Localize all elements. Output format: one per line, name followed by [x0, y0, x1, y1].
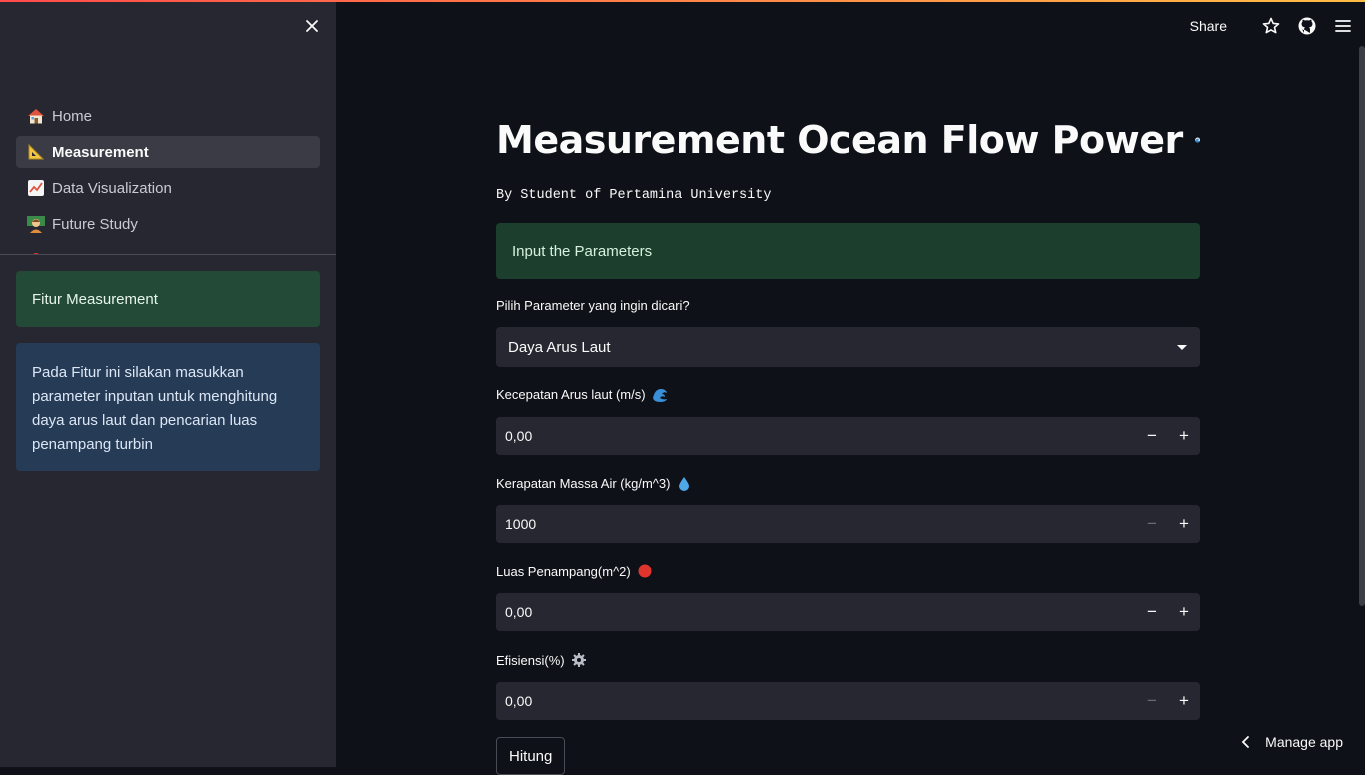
github-icon[interactable] — [1297, 16, 1317, 36]
parameter-select[interactable]: Daya Arus Laut — [496, 327, 1200, 367]
input-label-text: Luas Penampang(m^2) — [496, 563, 631, 579]
feature-title: Fitur Measurement — [32, 290, 158, 308]
sidebar-divider — [0, 254, 336, 255]
teacher-icon — [26, 214, 46, 234]
header-actions: Share — [1190, 14, 1353, 38]
share-button[interactable]: Share — [1190, 18, 1227, 34]
input-parameters-text: Input the Parameters — [512, 242, 653, 260]
select-label: Pilih Parameter yang ingin dicari? — [496, 298, 690, 313]
triangular-ruler-icon — [26, 142, 46, 162]
kerapatan-input-group: − + — [496, 505, 1200, 543]
input-label-kerapatan: Kerapatan Massa Air (kg/m^3) — [496, 475, 692, 491]
luas-input-group: − + — [496, 593, 1200, 631]
sidebar-nav: Home Measurement Data Visualization Futu… — [16, 100, 320, 254]
sidebar-item-future-study[interactable]: Future Study — [16, 208, 320, 240]
droplet-icon — [676, 475, 692, 491]
select-label-text: Pilih Parameter yang ingin dicari? — [496, 298, 690, 313]
close-icon[interactable] — [302, 16, 322, 36]
manage-app-label: Manage app — [1265, 734, 1343, 750]
sidebar-item-label: Home — [52, 107, 93, 125]
sidebar-item-home[interactable]: Home — [16, 100, 320, 132]
chevron-down-icon — [1177, 345, 1187, 350]
decrement-button[interactable]: − — [1136, 417, 1168, 455]
gear-icon — [571, 652, 587, 668]
increment-button[interactable]: + — [1168, 682, 1200, 720]
red-circle-icon — [637, 563, 653, 579]
parameter-select-value: Daya Arus Laut — [508, 338, 611, 356]
sidebar-item-label: Measurement — [52, 143, 149, 161]
top-decoration-bar — [0, 0, 1365, 2]
input-label-luas: Luas Penampang(m^2) — [496, 563, 653, 579]
sidebar: Home Measurement Data Visualization Futu… — [0, 0, 336, 767]
input-label-efisiensi: Efisiensi(%) — [496, 652, 587, 668]
increment-button[interactable]: + — [1168, 417, 1200, 455]
water-wave-icon — [1194, 137, 1200, 143]
house-icon — [26, 106, 46, 126]
luas-input[interactable] — [496, 593, 1136, 631]
efisiensi-input-group: − + — [496, 682, 1200, 720]
increment-button[interactable]: + — [1168, 593, 1200, 631]
manage-app-button[interactable]: Manage app — [1239, 734, 1343, 750]
chevron-left-icon — [1241, 736, 1250, 748]
feature-description: Pada Fitur ini silakan masukkan paramete… — [32, 364, 278, 453]
kerapatan-input[interactable] — [496, 505, 1136, 543]
hitung-button[interactable]: Hitung — [496, 737, 566, 775]
main-scrollbar[interactable] — [1359, 46, 1365, 606]
input-label-kecepatan: Kecepatan Arus laut (m/s) — [496, 386, 668, 402]
increment-button[interactable]: + — [1168, 505, 1200, 543]
page-title: Measurement Ocean Flow Power — [496, 118, 1200, 162]
chart-increasing-icon — [26, 178, 46, 198]
kecepatan-input[interactable] — [496, 417, 1136, 455]
sidebar-item-label: Data Visualization — [52, 179, 172, 197]
page-title-text: Measurement Ocean Flow Power — [496, 118, 1183, 162]
input-label-text: Efisiensi(%) — [496, 652, 565, 668]
input-label-text: Kecepatan Arus laut (m/s) — [496, 386, 646, 402]
decrement-button[interactable]: − — [1136, 682, 1168, 720]
page-subtitle: By Student of Pertamina University — [496, 188, 772, 203]
sidebar-item-data-visualization[interactable]: Data Visualization — [16, 172, 320, 204]
feature-title-alert: Fitur Measurement — [16, 271, 320, 327]
water-wave-icon — [652, 386, 668, 402]
decrement-button[interactable]: − — [1136, 593, 1168, 631]
kecepatan-input-group: − + — [496, 417, 1200, 455]
star-icon[interactable] — [1261, 16, 1281, 36]
menu-icon[interactable] — [1333, 16, 1353, 36]
input-parameters-alert: Input the Parameters — [496, 223, 1200, 279]
efisiensi-input[interactable] — [496, 682, 1136, 720]
sidebar-item-measurement[interactable]: Measurement — [16, 136, 320, 168]
sidebar-item-hidden[interactable] — [16, 244, 320, 254]
input-label-text: Kerapatan Massa Air (kg/m^3) — [496, 475, 671, 491]
decrement-button[interactable]: − — [1136, 505, 1168, 543]
sidebar-item-label: Future Study — [52, 215, 138, 233]
feature-description-alert: Pada Fitur ini silakan masukkan paramete… — [16, 343, 320, 471]
